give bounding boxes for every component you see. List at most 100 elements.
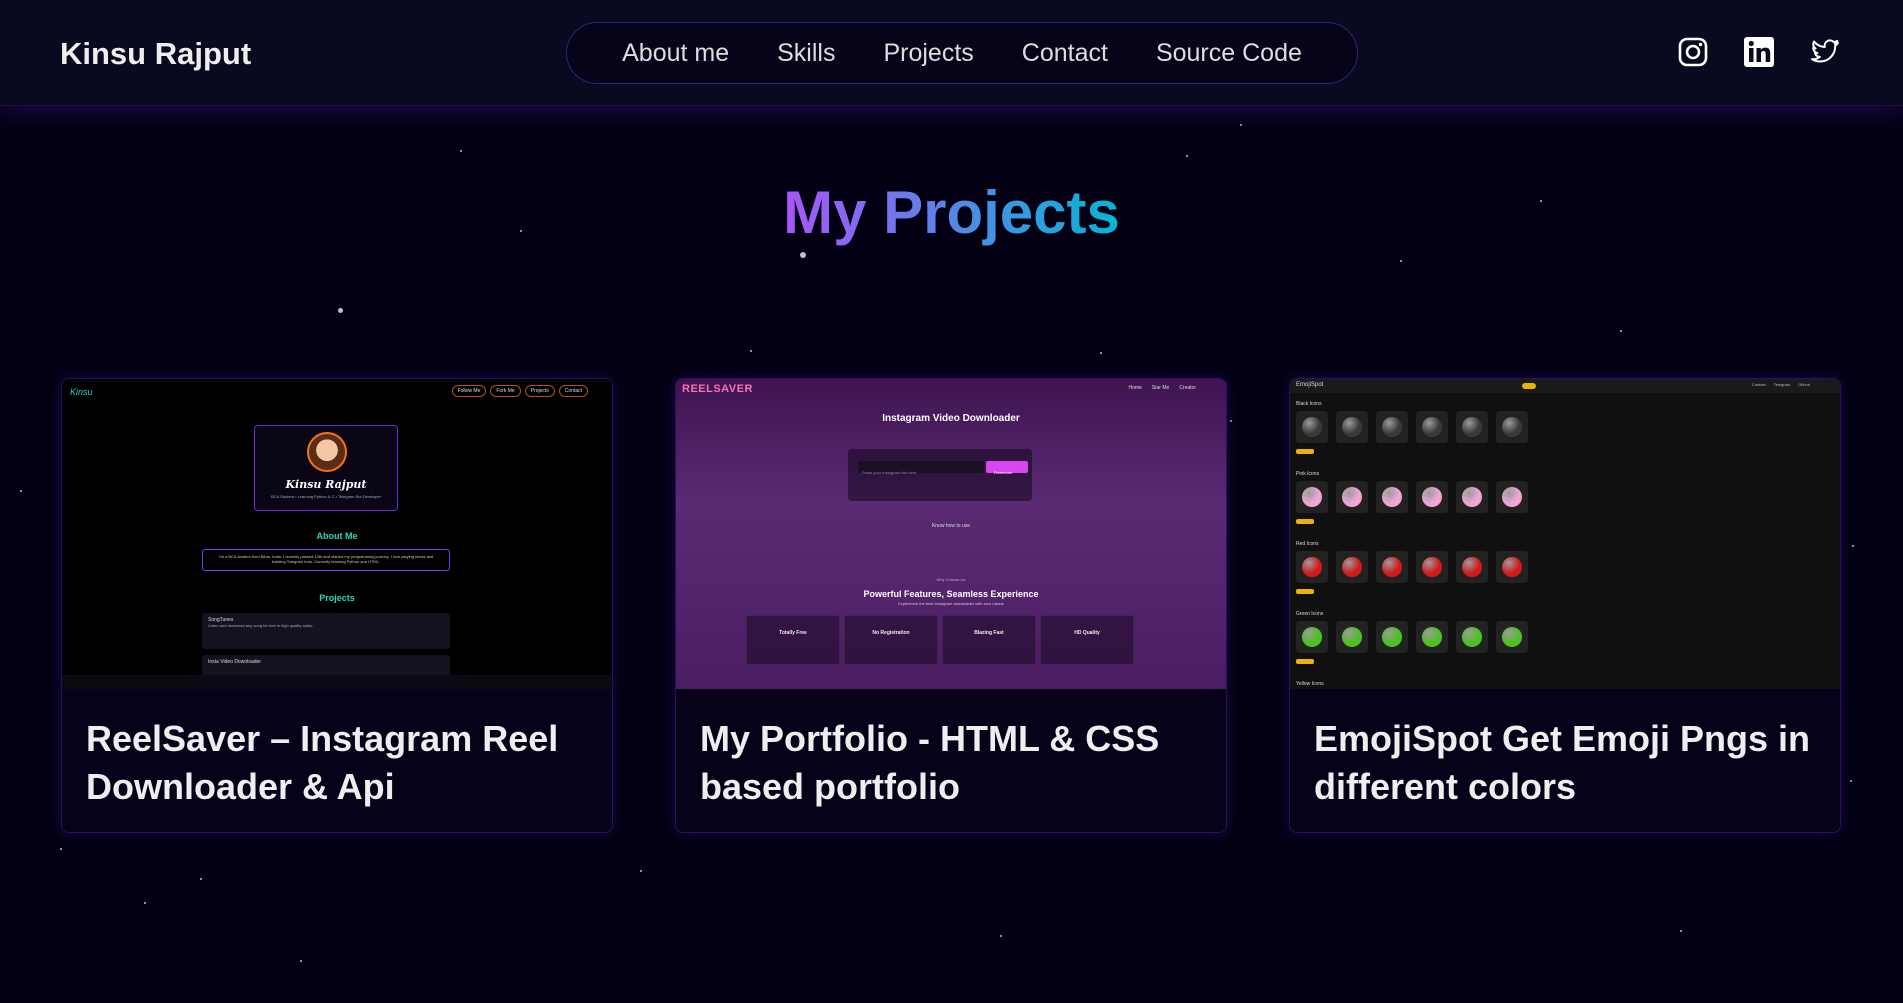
thumb-emoji-cell (1336, 411, 1368, 443)
emoji-icon (1302, 557, 1322, 577)
project-thumbnail: EmojiSpot Contact Telegram Github Black … (1290, 379, 1840, 689)
emoji-icon (1422, 627, 1442, 647)
project-card-portfolio[interactable]: REELSAVER Home Star Me Creator Instagram… (675, 378, 1227, 833)
emoji-icon (1462, 627, 1482, 647)
thumb-project-name: Insta Video Downloader (208, 659, 261, 665)
thumb-projects-heading: Projects (319, 593, 355, 603)
thumb-emoji-cell (1456, 481, 1488, 513)
thumb-nav-item: Star Me (1151, 385, 1170, 391)
emoji-icon (1342, 417, 1362, 437)
thumb-nav-item: Creator (1179, 385, 1196, 391)
thumb-project-item: Insta Video Downloader (202, 655, 450, 677)
thumb-emoji-cell (1296, 481, 1328, 513)
thumb-emoji-cell (1336, 621, 1368, 653)
thumb-heading: Instagram Video Downloader (882, 413, 1020, 424)
thumb-nav-item: Github (1798, 382, 1810, 387)
thumb-group-label: Red Icons (1296, 541, 1319, 547)
thumb-nav: Follow Me Fork Me Projects Contact (451, 385, 588, 397)
nav-link-source-code[interactable]: Source Code (1156, 39, 1302, 68)
thumb-emoji-row (1296, 481, 1528, 513)
thumb-emoji-cell (1496, 481, 1528, 513)
project-card-emojispot[interactable]: EmojiSpot Contact Telegram Github Black … (1289, 378, 1841, 833)
thumb-feature: No Registration (844, 615, 938, 665)
thumb-feature: Blazing Fast (942, 615, 1036, 665)
thumb-features-heading: Powerful Features, Seamless Experience (863, 589, 1039, 599)
thumb-features: Totally Free No Registration Blazing Fas… (746, 615, 1134, 665)
thumb-more-badge (1296, 589, 1314, 594)
emoji-icon (1502, 487, 1522, 507)
thumb-emoji-cell (1456, 411, 1488, 443)
thumb-more-badge (1296, 519, 1314, 524)
emoji-icon (1342, 557, 1362, 577)
thumb-emoji-cell (1496, 621, 1528, 653)
emoji-icon (1462, 487, 1482, 507)
project-title[interactable]: ReelSaver – Instagram Reel Downloader & … (86, 715, 586, 811)
thumb-nav: Contact Telegram Github (1752, 382, 1810, 387)
emoji-icon (1382, 417, 1402, 437)
thumb-profile-name: Kinsu Rajput (285, 478, 367, 491)
project-card-reelsaver[interactable]: Kinsu Follow Me Fork Me Projects Contact… (61, 378, 613, 833)
thumb-more-badge (1296, 449, 1314, 454)
thumb-emoji-cell (1336, 481, 1368, 513)
thumb-features-sub: Experience the best Instagram downloader… (898, 601, 1004, 606)
thumb-nav-item: Fork Me (490, 385, 521, 397)
emoji-icon (1302, 487, 1322, 507)
thumb-about-heading: About Me (316, 531, 358, 541)
thumb-nav-item: Follow Me (451, 385, 487, 397)
thumb-more-badge (1296, 659, 1314, 664)
thumb-emoji-cell (1416, 551, 1448, 583)
thumb-theme-toggle (1522, 383, 1536, 389)
emoji-icon (1502, 557, 1522, 577)
nav-link-about-me[interactable]: About me (622, 39, 729, 68)
thumb-group-label: Yellow Icons (1296, 681, 1324, 687)
thumb-group-label: Green Icons (1296, 611, 1324, 617)
thumb-emoji-cell (1376, 481, 1408, 513)
thumb-emoji-cell (1496, 551, 1528, 583)
linkedin-icon[interactable] (1743, 36, 1775, 68)
thumb-emoji-row (1296, 621, 1528, 653)
thumb-why: Why Choose Us (936, 577, 966, 582)
social-links (1677, 36, 1841, 68)
instagram-icon[interactable] (1677, 36, 1709, 68)
avatar (307, 432, 347, 472)
thumb-emoji-cell (1336, 551, 1368, 583)
nav-links: About me Skills Projects Contact Source … (566, 22, 1358, 84)
thumb-feature: HD Quality (1040, 615, 1134, 665)
emoji-icon (1382, 627, 1402, 647)
thumb-emoji-cell (1416, 481, 1448, 513)
thumb-project-item: SongTunes Listen and download any song f… (202, 613, 450, 649)
thumb-emoji-cell (1456, 621, 1488, 653)
thumb-emoji-cell (1376, 621, 1408, 653)
thumb-profile-subtitle: BCA Student • Learning Python & C • Tele… (271, 494, 381, 499)
emoji-icon (1462, 417, 1482, 437)
thumb-nav: Home Star Me Creator (1128, 385, 1196, 391)
project-title[interactable]: My Portfolio - HTML & CSS based portfoli… (700, 715, 1200, 811)
brand-name[interactable]: Kinsu Rajput (60, 36, 251, 72)
thumb-nav-item: Telegram (1773, 382, 1791, 387)
thumb-emoji-cell (1496, 411, 1528, 443)
thumb-feature: Totally Free (746, 615, 840, 665)
thumb-nav-item: Home (1128, 385, 1142, 391)
thumb-group-label: Black Icons (1296, 401, 1322, 407)
emoji-icon (1502, 627, 1522, 647)
project-title[interactable]: EmojiSpot Get Emoji Pngs in different co… (1314, 715, 1814, 811)
thumb-download-form: Paste your Instagram link here Download (848, 449, 1032, 501)
thumb-emoji-cell (1296, 621, 1328, 653)
nav-link-projects[interactable]: Projects (883, 39, 973, 68)
thumb-project-desc: Listen and download any song for free in… (208, 623, 314, 628)
thumb-emoji-cell (1376, 551, 1408, 583)
emoji-icon (1502, 417, 1522, 437)
twitter-icon[interactable] (1809, 36, 1841, 68)
project-thumbnail: REELSAVER Home Star Me Creator Instagram… (676, 379, 1226, 689)
thumb-emoji-cell (1296, 411, 1328, 443)
thumb-group-label: Pink Icons (1296, 471, 1320, 477)
thumb-emoji-row (1296, 411, 1528, 443)
emoji-icon (1342, 627, 1362, 647)
thumb-emoji-cell (1416, 621, 1448, 653)
emoji-icon (1382, 487, 1402, 507)
thumb-logo: REELSAVER (682, 383, 753, 395)
nav-link-skills[interactable]: Skills (777, 39, 835, 68)
section-title: My Projects (783, 179, 1120, 246)
emoji-icon (1462, 557, 1482, 577)
nav-link-contact[interactable]: Contact (1022, 39, 1108, 68)
